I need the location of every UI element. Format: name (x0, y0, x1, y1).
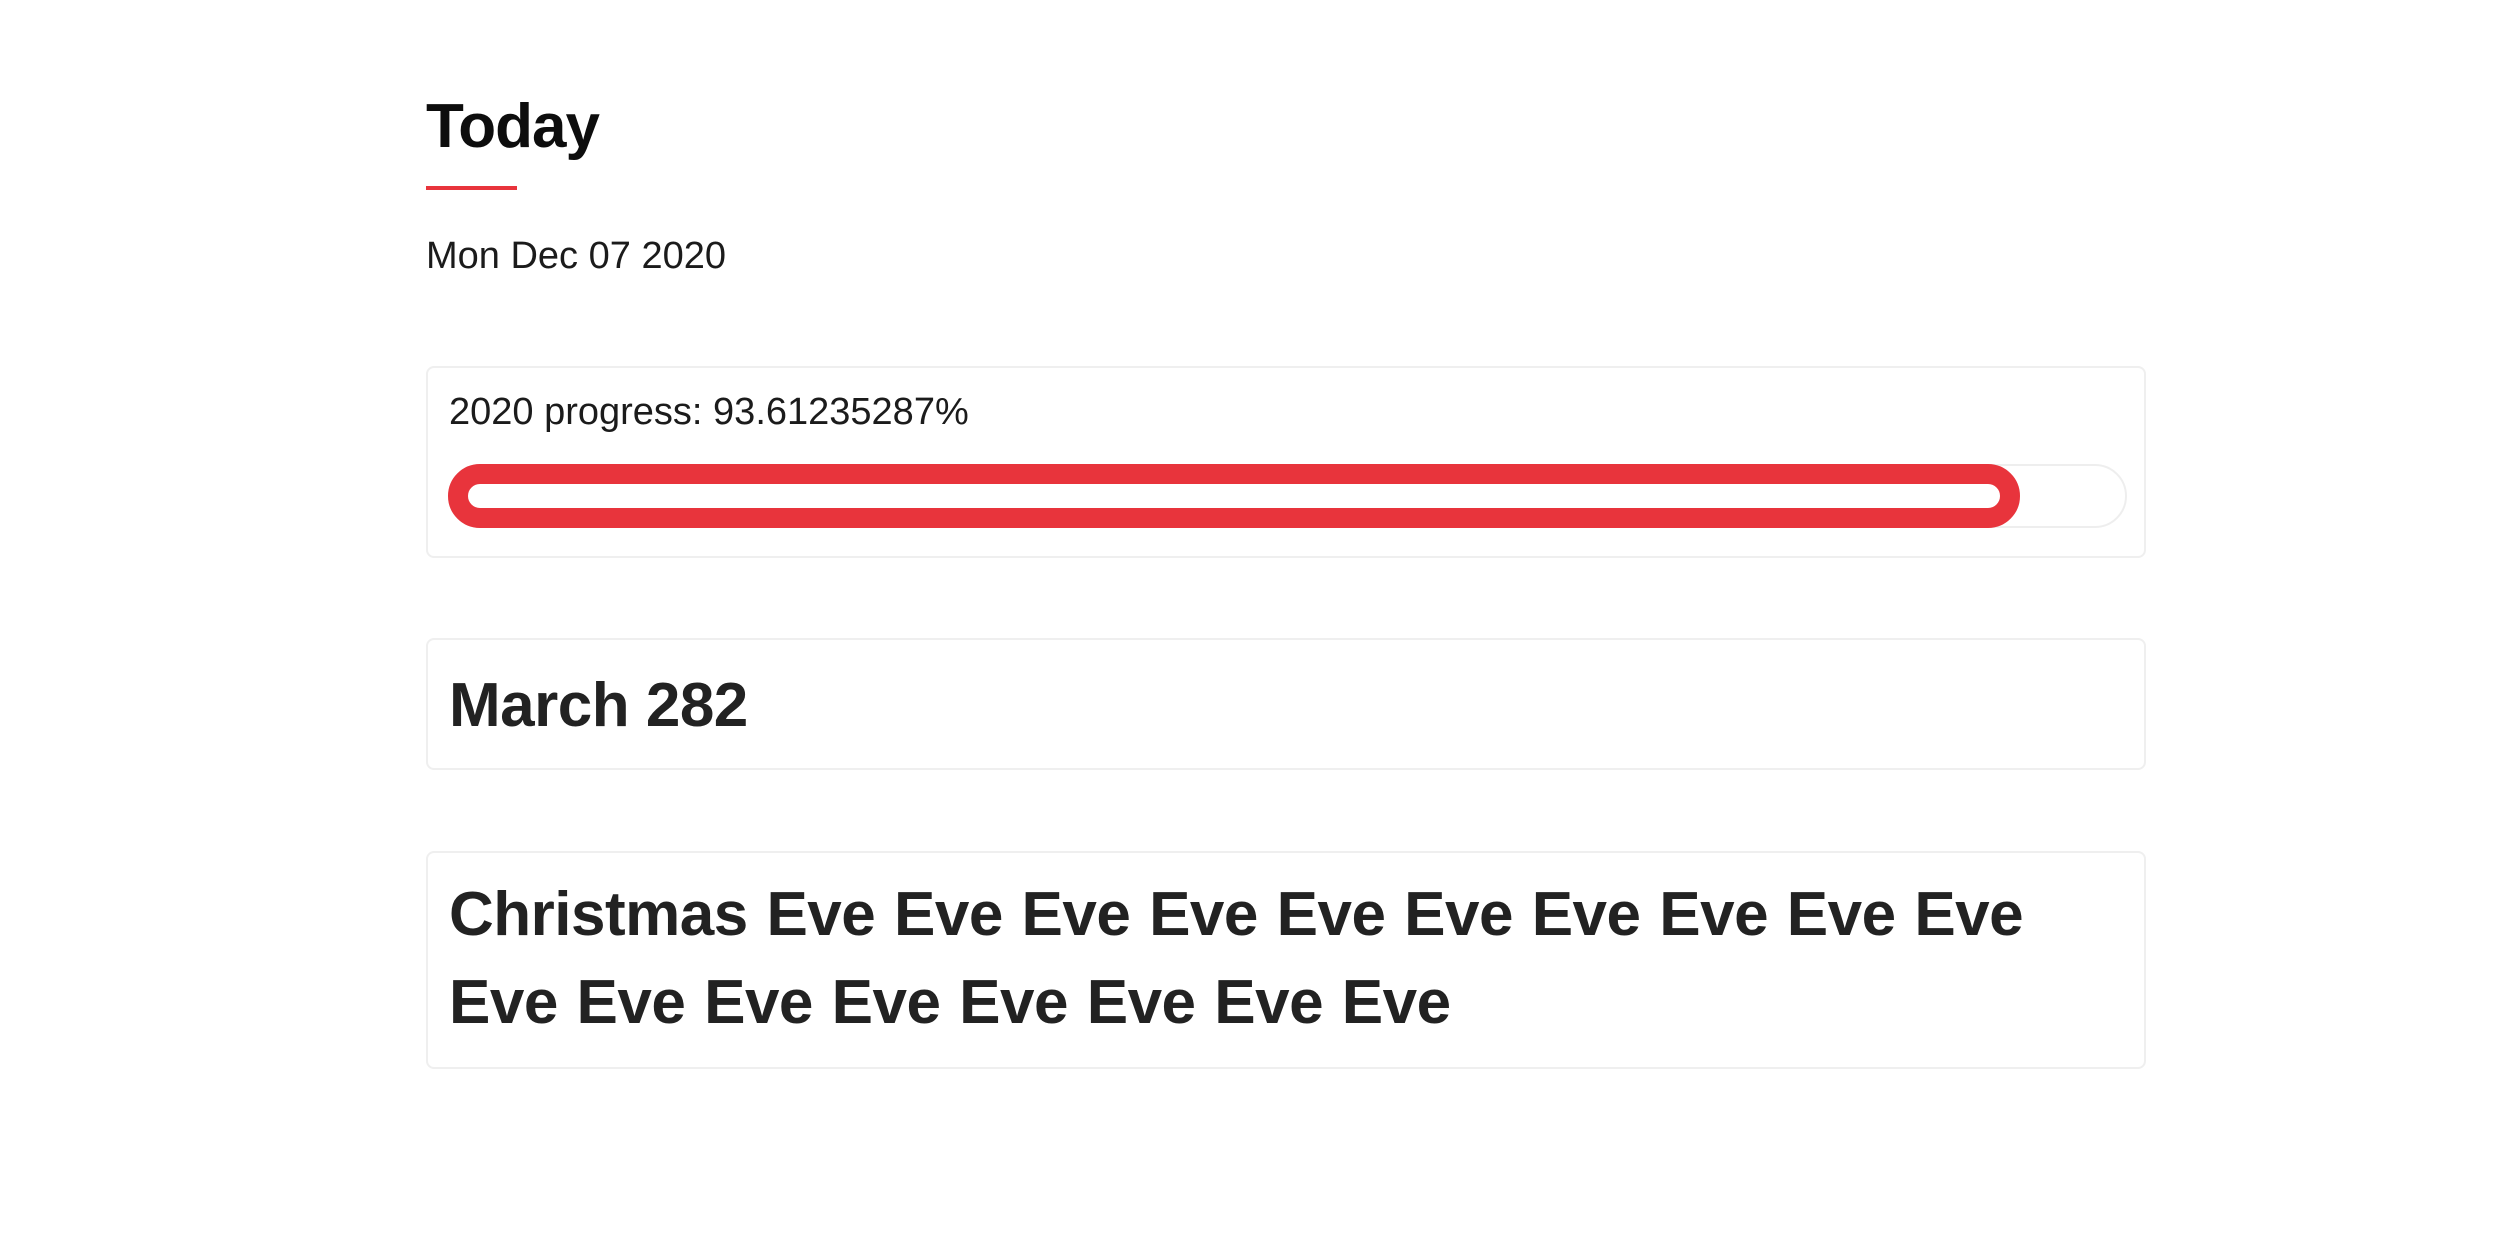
march-day-card: March 282 (426, 638, 2146, 770)
progress-bar-fill (448, 464, 2020, 528)
page-title: Today (426, 92, 600, 161)
year-progress-label: 2020 progress: 93.61235287% (449, 391, 969, 433)
christmas-countdown-card: Christmas Eve Eve Eve Eve Eve Eve Eve Ev… (426, 851, 2146, 1069)
current-date: Mon Dec 07 2020 (426, 235, 726, 277)
christmas-countdown-text: Christmas Eve Eve Eve Eve Eve Eve Eve Ev… (449, 880, 2024, 1037)
title-underline (426, 186, 517, 190)
year-progress-card: 2020 progress: 93.61235287% (426, 366, 2146, 558)
march-day-text: March 282 (449, 671, 748, 740)
